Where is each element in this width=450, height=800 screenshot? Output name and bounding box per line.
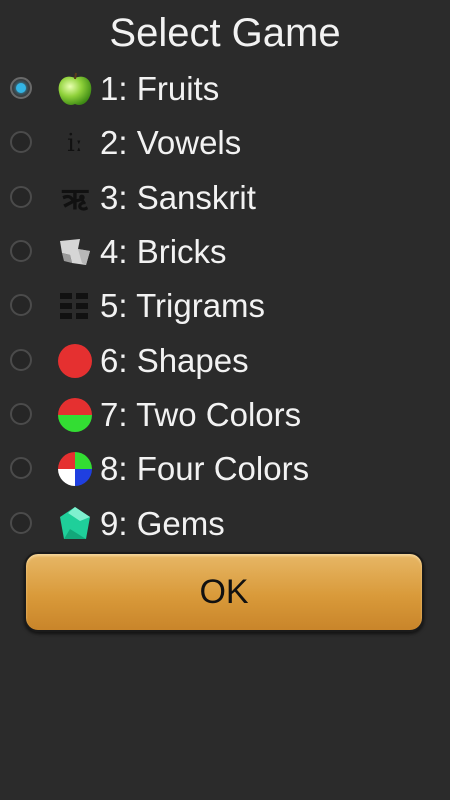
dialog-title: Select Game [109,11,341,55]
game-option-trigrams[interactable]: 5: Trigrams [0,279,450,333]
option-label: 5: Trigrams [100,287,266,325]
radio-button[interactable] [10,511,32,534]
gem-icon [56,505,94,543]
radio-button[interactable] [10,294,32,317]
red-circle-icon [56,342,94,380]
option-label: 9: Gems [100,504,225,542]
game-option-shapes[interactable]: 6: Shapes [0,333,450,387]
radio-button[interactable] [10,240,32,263]
game-option-four-colors[interactable]: 8: Four Colors [0,442,450,496]
apple-icon [56,70,94,108]
option-label: 6: Shapes [100,341,249,379]
game-option-two-colors[interactable]: 7: Two Colors [0,388,450,442]
radio-button[interactable] [10,185,32,208]
option-label: 8: Four Colors [100,450,310,488]
game-option-gems[interactable]: 9: Gems [0,496,450,550]
option-label: 4: Bricks [100,233,227,271]
radio-button-selected[interactable] [10,77,32,100]
vowel-icon: iː [67,129,83,158]
game-option-bricks[interactable]: 4: Bricks [0,225,450,279]
option-label: 7: Two Colors [100,395,302,433]
radio-button[interactable] [10,131,32,154]
radio-button[interactable] [10,457,32,480]
game-option-fruits[interactable]: 1: Fruits [0,62,450,116]
sanskrit-icon: ऋ [62,182,88,218]
four-color-circle-icon [56,450,94,488]
game-options-list: 1: Fruits iː 2: Vowels ऋ 3: Sanskrit 4: … [0,62,450,551]
option-label: 2: Vowels [100,124,242,162]
game-option-sanskrit[interactable]: ऋ 3: Sanskrit [0,171,450,225]
game-option-vowels[interactable]: iː 2: Vowels [0,116,450,170]
ok-button-container: OK [24,552,424,632]
brick-icon [56,233,94,271]
trigram-icon [56,287,94,325]
two-color-circle-icon [56,396,94,434]
option-label: 1: Fruits [100,70,220,108]
radio-button[interactable] [10,402,32,425]
option-label: 3: Sanskrit [100,178,256,216]
ok-button[interactable]: OK [24,552,424,632]
radio-button[interactable] [10,348,32,371]
